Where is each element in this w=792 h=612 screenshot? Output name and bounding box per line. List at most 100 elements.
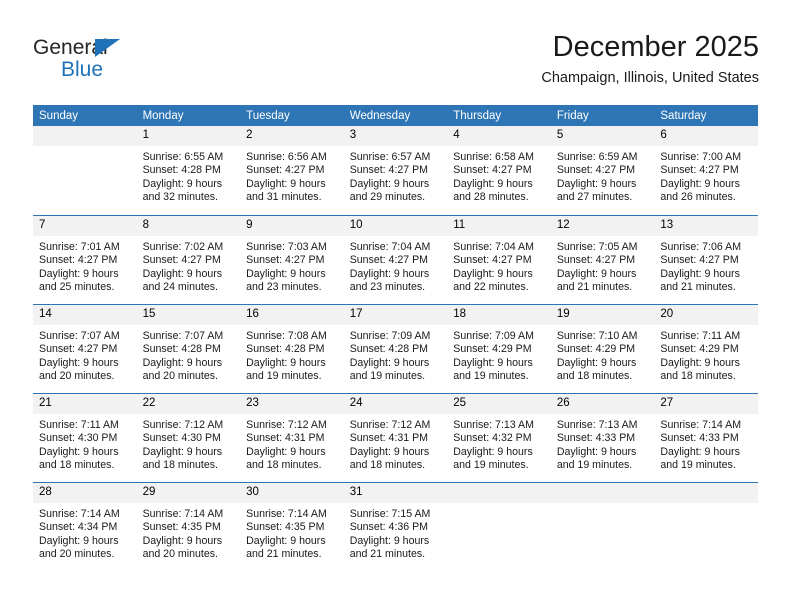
day-number: 22 (136, 394, 241, 414)
day-number: 24 (343, 394, 448, 414)
day-number: 13 (654, 216, 758, 236)
day-sunrise-text: Sunrise: 7:08 AM (246, 330, 327, 342)
day-daylight-line1-text: Daylight: 9 hours (556, 356, 637, 369)
day-cell-inner: 7 Sunrise: 7:01 AM Sunset: 4:27 PM Daylight… (33, 215, 137, 304)
day-sunset-text: Sunset: 4:28 PM (142, 164, 221, 177)
calendar-day-cell[interactable]: 15 Sunrise: 7:07 AM Sunset: 4:28 PM Dayligh… (136, 304, 241, 393)
day-number: 19 (550, 305, 655, 325)
day-cell-inner: 26 Sunrise: 7:13 AM Sunset: 4:33 PM Dayligh… (550, 393, 655, 482)
day-number: 15 (136, 305, 241, 325)
day-sunrise-text: Sunrise: 7:03 AM (246, 241, 327, 253)
day-sunrise-text: Sunrise: 6:58 AM (453, 151, 534, 163)
calendar-day-cell[interactable]: 25 Sunrise: 7:13 AM Sunset: 4:32 PM Dayligh… (447, 393, 551, 482)
day-daylight-line2-text: and 29 minutes. (349, 191, 426, 204)
calendar-day-cell[interactable]: 31 Sunrise: 7:15 AM Sunset: 4:36 PM Dayligh… (343, 482, 448, 571)
day-daylight-line2-text: and 24 minutes. (142, 281, 218, 294)
day-daylight-line2-text: and 27 minutes. (556, 191, 633, 204)
day-sunset-text: Sunset: 4:30 PM (39, 432, 118, 445)
day-sunrise-text: Sunrise: 7:01 AM (39, 241, 120, 253)
day-sun-info: Sunrise: 6:57 AM Sunset: 4:27 PM Daylight:… (344, 146, 448, 205)
calendar-table: Sunday Monday Tuesday Wednesday Thursday Frid… (33, 105, 758, 571)
calendar-day-cell[interactable]: 13 Sunrise: 7:06 AM Sunset: 4:27 PM Dayligh… (654, 215, 758, 304)
day-sun-info: Sunrise: 7:04 AM Sunset: 4:27 PM Daylight:… (447, 236, 551, 295)
day-cell-inner: 10 Sunrise: 7:04 AM Sunset: 4:27 PM Dayligh… (343, 215, 448, 304)
day-sun-info: Sunrise: 7:06 AM Sunset: 4:27 PM Daylight:… (654, 236, 758, 295)
day-sun-info: Sunrise: 7:12 AM Sunset: 4:30 PM Daylight:… (137, 414, 241, 473)
calendar-day-cell[interactable]: 1 Sunrise: 6:55 AM Sunset: 4:28 PM Daylight… (136, 126, 241, 215)
day-daylight-line1-text: Daylight: 9 hours (660, 177, 740, 190)
day-number (33, 126, 137, 146)
calendar-day-cell[interactable]: 8 Sunrise: 7:02 AM Sunset: 4:27 PM Daylight… (136, 215, 241, 304)
day-cell-inner: 3 Sunrise: 6:57 AM Sunset: 4:27 PM Daylight… (343, 126, 448, 215)
calendar-day-cell[interactable]: 27 Sunrise: 7:14 AM Sunset: 4:33 PM Dayligh… (654, 393, 758, 482)
day-daylight-line1-text: Daylight: 9 hours (556, 177, 637, 190)
calendar-day-cell[interactable]: 17 Sunrise: 7:09 AM Sunset: 4:28 PM Dayligh… (343, 304, 448, 393)
weekday-header-monday: Monday (136, 105, 241, 126)
day-cell-inner: 31 Sunrise: 7:15 AM Sunset: 4:36 PM Dayligh… (343, 482, 448, 571)
calendar-day-cell-empty (550, 482, 655, 571)
day-sunrise-text: Sunrise: 7:12 AM (246, 419, 327, 431)
day-sunrise-text: Sunrise: 6:55 AM (142, 151, 224, 163)
weekday-header-tuesday: Tuesday (240, 105, 344, 126)
weekday-header-thursday: Thursday (447, 105, 551, 126)
day-number: 30 (240, 483, 344, 503)
calendar-day-cell[interactable]: 16 Sunrise: 7:08 AM Sunset: 4:28 PM Dayligh… (240, 304, 344, 393)
day-cell-inner: 1 Sunrise: 6:55 AM Sunset: 4:28 PM Daylight… (136, 126, 241, 215)
calendar-day-cell[interactable]: 18 Sunrise: 7:09 AM Sunset: 4:29 PM Dayligh… (447, 304, 551, 393)
calendar-day-cell[interactable]: 26 Sunrise: 7:13 AM Sunset: 4:33 PM Dayligh… (550, 393, 655, 482)
day-sun-info: Sunrise: 7:14 AM Sunset: 4:35 PM Daylight:… (240, 503, 344, 562)
calendar-header-row: Sunday Monday Tuesday Wednesday Thursday Frid… (33, 105, 758, 126)
calendar-day-cell[interactable]: 21 Sunrise: 7:11 AM Sunset: 4:30 PM Dayligh… (33, 393, 137, 482)
day-sunrise-text: Sunrise: 7:13 AM (556, 419, 638, 431)
day-sunset-text: Sunset: 4:30 PM (142, 432, 221, 445)
day-sunrise-text: Sunrise: 7:04 AM (349, 241, 431, 253)
logo-text-blue: Blue (61, 58, 104, 81)
day-sunset-text: Sunset: 4:29 PM (556, 343, 636, 356)
calendar-day-cell[interactable]: 24 Sunrise: 7:12 AM Sunset: 4:31 PM Dayligh… (343, 393, 448, 482)
day-sun-info: Sunrise: 7:14 AM Sunset: 4:34 PM Daylight:… (33, 503, 137, 562)
weekday-header-saturday: Saturday (654, 105, 758, 126)
day-sun-info: Sunrise: 7:09 AM Sunset: 4:28 PM Daylight:… (344, 325, 448, 384)
day-daylight-line1-text: Daylight: 9 hours (39, 267, 119, 280)
calendar-day-cell[interactable]: 30 Sunrise: 7:14 AM Sunset: 4:35 PM Dayligh… (240, 482, 344, 571)
calendar-day-cell[interactable]: 23 Sunrise: 7:12 AM Sunset: 4:31 PM Dayligh… (240, 393, 344, 482)
calendar-week-row: 1 Sunrise: 6:55 AM Sunset: 4:28 PM Daylight… (33, 126, 758, 215)
day-number: 2 (240, 126, 344, 146)
calendar-day-cell[interactable]: 5 Sunrise: 6:59 AM Sunset: 4:27 PM Daylight… (550, 126, 655, 215)
calendar-day-cell[interactable]: 19 Sunrise: 7:10 AM Sunset: 4:29 PM Dayligh… (550, 304, 655, 393)
page-header: General Blue December 2025 Champaign, Il… (33, 28, 759, 96)
calendar-day-cell[interactable]: 4 Sunrise: 6:58 AM Sunset: 4:27 PM Daylight… (447, 126, 551, 215)
calendar-day-cell[interactable]: 20 Sunrise: 7:11 AM Sunset: 4:29 PM Dayligh… (654, 304, 758, 393)
day-cell-inner: 15 Sunrise: 7:07 AM Sunset: 4:28 PM Dayligh… (136, 304, 241, 393)
day-sun-info: Sunrise: 7:12 AM Sunset: 4:31 PM Daylight:… (240, 414, 344, 473)
day-daylight-line1-text: Daylight: 9 hours (349, 267, 430, 280)
day-sunset-text: Sunset: 4:27 PM (453, 254, 532, 267)
day-daylight-line1-text: Daylight: 9 hours (556, 267, 637, 280)
calendar-day-cell[interactable]: 29 Sunrise: 7:14 AM Sunset: 4:35 PM Dayligh… (136, 482, 241, 571)
day-daylight-line1-text: Daylight: 9 hours (556, 445, 637, 458)
day-daylight-line1-text: Daylight: 9 hours (39, 534, 119, 547)
day-number: 20 (654, 305, 758, 325)
day-daylight-line1-text: Daylight: 9 hours (246, 445, 326, 458)
calendar-day-cell[interactable]: 22 Sunrise: 7:12 AM Sunset: 4:30 PM Dayligh… (136, 393, 241, 482)
calendar-day-cell[interactable]: 14 Sunrise: 7:07 AM Sunset: 4:27 PM Dayligh… (33, 304, 137, 393)
day-cell-inner: 12 Sunrise: 7:05 AM Sunset: 4:27 PM Dayligh… (550, 215, 655, 304)
day-daylight-line1-text: Daylight: 9 hours (660, 356, 740, 369)
calendar-day-cell[interactable]: 7 Sunrise: 7:01 AM Sunset: 4:27 PM Daylight… (33, 215, 137, 304)
day-number: 1 (136, 126, 241, 146)
day-number: 23 (240, 394, 344, 414)
calendar-day-cell[interactable]: 10 Sunrise: 7:04 AM Sunset: 4:27 PM Dayligh… (343, 215, 448, 304)
calendar-day-cell[interactable]: 3 Sunrise: 6:57 AM Sunset: 4:27 PM Daylight… (343, 126, 448, 215)
day-sun-info: Sunrise: 6:56 AM Sunset: 4:27 PM Daylight:… (240, 146, 344, 205)
day-daylight-line2-text: and 19 minutes. (660, 459, 736, 472)
day-daylight-line1-text: Daylight: 9 hours (349, 177, 430, 190)
calendar-day-cell[interactable]: 11 Sunrise: 7:04 AM Sunset: 4:27 PM Dayligh… (447, 215, 551, 304)
day-sunset-text: Sunset: 4:35 PM (142, 521, 221, 534)
calendar-day-cell[interactable]: 9 Sunrise: 7:03 AM Sunset: 4:27 PM Daylight… (240, 215, 344, 304)
calendar-day-cell[interactable]: 12 Sunrise: 7:05 AM Sunset: 4:27 PM Dayligh… (550, 215, 655, 304)
calendar-page: General Blue December 2025 Champaign, Il… (0, 0, 792, 612)
calendar-day-cell[interactable]: 2 Sunrise: 6:56 AM Sunset: 4:27 PM Daylight… (240, 126, 344, 215)
calendar-day-cell[interactable]: 6 Sunrise: 7:00 AM Sunset: 4:27 PM Daylight… (654, 126, 758, 215)
day-daylight-line2-text: and 23 minutes. (246, 281, 322, 294)
calendar-day-cell[interactable]: 28 Sunrise: 7:14 AM Sunset: 4:34 PM Dayligh… (33, 482, 137, 571)
